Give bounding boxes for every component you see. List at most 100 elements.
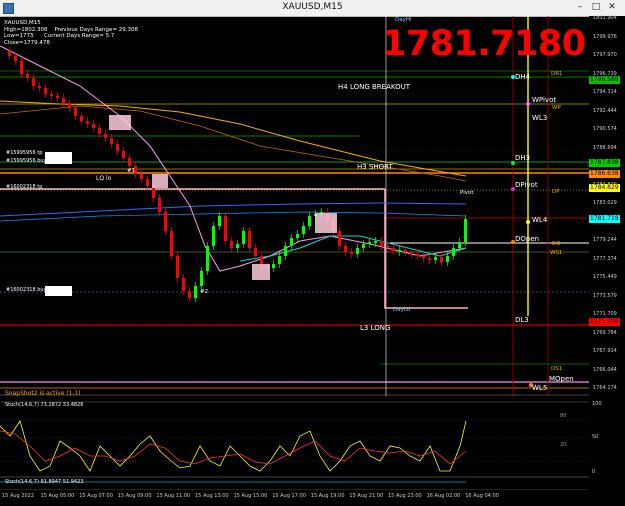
mopen-label: MOpen <box>549 375 574 383</box>
price-tick: 1773.579 <box>593 292 617 299</box>
price-tag: 1786.638 <box>589 170 620 178</box>
candle <box>218 216 221 226</box>
candle <box>104 134 107 138</box>
candle <box>110 138 113 144</box>
price-tick: 1766.044 <box>593 366 617 373</box>
candle <box>338 231 341 246</box>
price-tag: 1796.589 <box>589 76 620 84</box>
time-tick: 16 Aug 04:00 <box>465 493 499 499</box>
current-price: 1781.7180 <box>382 24 586 64</box>
ws1-label: WS1 <box>550 250 563 256</box>
candle <box>236 244 239 248</box>
lq-label: LQ lo <box>96 175 112 182</box>
order-tp-1[interactable]: #15995956 tp <box>6 150 42 156</box>
candle <box>170 231 173 256</box>
price-tick: 1777.374 <box>593 255 617 262</box>
price-tick: 1797.970 <box>593 52 617 58</box>
wl5-label: WL5 <box>532 384 548 392</box>
candle <box>188 291 191 298</box>
time-tick: 15 Aug 15:00 <box>233 493 268 499</box>
dh4-label: DH4 <box>515 73 531 81</box>
candle <box>164 212 167 231</box>
price-tick: 1775.449 <box>593 274 617 280</box>
candle <box>290 238 293 246</box>
chart-info: XAUUSD,M15 High=1802.308 Previous Days R… <box>4 20 138 46</box>
candle <box>392 248 395 251</box>
do-label: DO <box>552 241 561 247</box>
candle <box>50 94 53 96</box>
candle <box>428 258 431 260</box>
time-tick: 15 Aug 17:00 <box>272 493 306 499</box>
candle <box>278 256 281 264</box>
candle <box>350 252 353 254</box>
price-scale[interactable]: 1801.904 1799.976 1797.970 1796.739 1794.314… <box>589 15 625 490</box>
order-buy-1[interactable]: #15995956 buy <box>6 158 47 164</box>
candle <box>248 231 251 248</box>
candle <box>32 78 35 86</box>
candle <box>272 264 275 268</box>
osc-tick: 0 <box>592 469 596 475</box>
maximize-button[interactable]: □ <box>590 2 602 13</box>
wpivot-label: WPivot <box>532 96 557 104</box>
candle <box>308 216 311 226</box>
candle <box>356 248 359 254</box>
candle <box>122 151 125 158</box>
price-tag: 1784.829 <box>589 184 620 192</box>
candle <box>404 250 407 252</box>
price-tick: 1794.314 <box>593 89 617 95</box>
price-tick: 1771.709 <box>593 311 617 317</box>
stoch2-label: Stoch(14,6,7) 91.8947 51.9423 <box>5 479 84 485</box>
time-tick: 15 Aug 2022 <box>2 493 35 499</box>
price-tag: 1781.718 <box>589 215 620 223</box>
cur-range-label: Current Days Range= 5.7 <box>43 33 115 39</box>
candle <box>128 158 131 166</box>
order-buy-2[interactable]: #16002318 buy <box>6 287 47 293</box>
price-tick: 1783.029 <box>593 200 617 206</box>
candle <box>410 252 413 254</box>
time-tick: 16 Aug 02:00 <box>426 493 461 499</box>
candle <box>224 216 227 241</box>
time-tick: 15 Aug 07:00 <box>79 493 113 499</box>
minimize-button[interactable]: – <box>574 2 586 13</box>
candle <box>194 286 197 298</box>
candle <box>362 244 365 248</box>
time-scale[interactable]: 15 Aug 2022 15 Aug 05:00 15 Aug 07:00 15 Au… <box>0 490 589 506</box>
close-label: Close=1779.478 <box>4 39 50 46</box>
wl3-label: WL3 <box>532 114 548 122</box>
candle <box>38 86 41 88</box>
dl3-label: DL3 <box>515 316 529 324</box>
candle <box>368 242 371 244</box>
marker-1: #1 <box>127 168 136 174</box>
prev-range-label: Previous Days Range= 29.308 <box>54 26 139 33</box>
dayhi-label: DayHi <box>395 17 412 23</box>
snapshot-status: SnapShot2 is active (1,1) <box>5 390 81 397</box>
candle <box>284 246 287 256</box>
price-tag: 1787.838 <box>589 159 620 167</box>
candle <box>416 254 419 256</box>
order-tp-2[interactable]: #16002318 tp <box>6 184 42 190</box>
price-tick: 1764.174 <box>593 385 617 391</box>
osc-tick: 50 <box>592 434 599 440</box>
close-button[interactable]: ✕ <box>606 2 618 13</box>
wl4-label: WL4 <box>532 216 548 224</box>
chart-window: XAUUSD,M15 – □ ✕ 1781.7180 XAUUSD,M15 Hi… <box>0 0 625 506</box>
price-tick: 1799.976 <box>593 33 617 40</box>
dp-label: DP <box>552 189 560 195</box>
low-label: Low=1773 <box>4 33 34 39</box>
candle <box>464 219 467 242</box>
candle <box>62 98 65 104</box>
h4-label: H4 LONG BREAKOUT <box>338 83 410 91</box>
price-chart[interactable] <box>0 16 589 490</box>
candle <box>254 248 257 256</box>
candle <box>296 234 299 238</box>
candle <box>98 128 101 134</box>
candle <box>458 242 461 248</box>
price-tick: 1788.694 <box>593 144 617 151</box>
candle <box>26 74 29 78</box>
ds1-label: DS1 <box>551 366 563 372</box>
marker-2: #2 <box>200 289 209 295</box>
window-title: XAUUSD,M15 <box>282 2 343 12</box>
price-tick: 1779.244 <box>593 237 617 243</box>
candle <box>212 226 215 246</box>
dr1-label: DR1 <box>551 71 563 77</box>
